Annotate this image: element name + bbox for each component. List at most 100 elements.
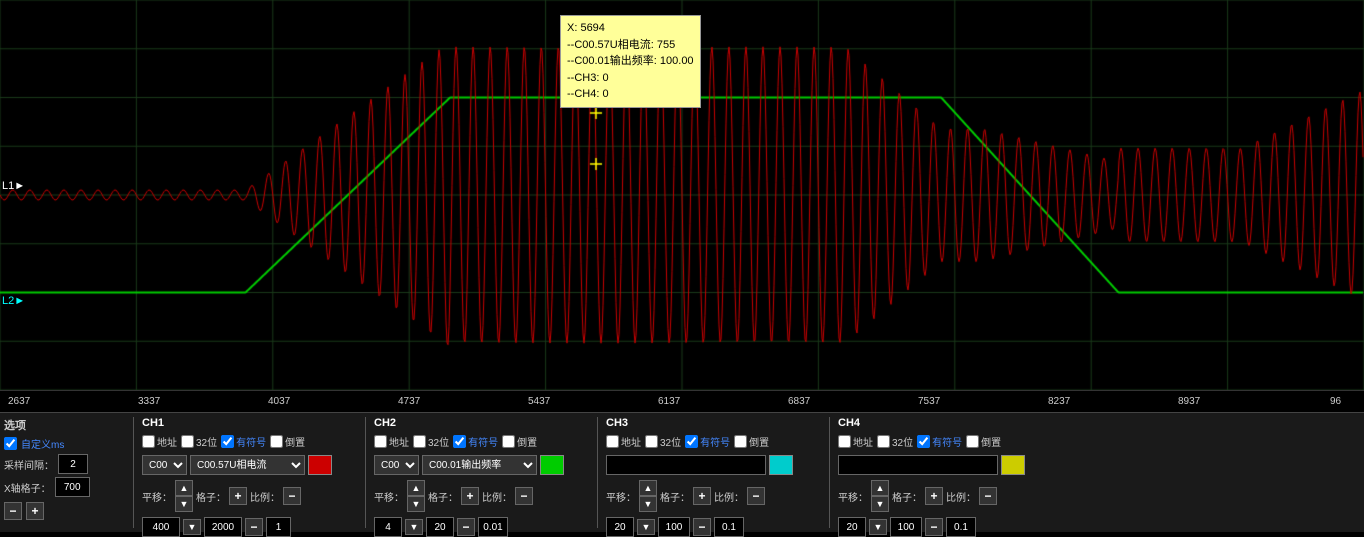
ch4-addr-checkbox[interactable]: [838, 435, 851, 448]
options-minus-btn[interactable]: −: [4, 502, 22, 520]
sample-row: 采样间隔： 2: [4, 454, 127, 474]
ch1-pingyi-input[interactable]: [142, 517, 180, 537]
ch1-invert-checkbox[interactable]: [270, 435, 283, 448]
ch2-pingyi-up[interactable]: ▲: [407, 480, 425, 496]
ch1-signal-row: C00 C00.57U相电流: [142, 455, 359, 475]
ch4-pingyi-down[interactable]: ▼: [871, 496, 889, 512]
ch2-color-box[interactable]: [540, 455, 564, 475]
ch1-section: CH1 地址 32位 有符号 倒置 C00 C00.57U相电流 平移： ▲ ▼…: [136, 417, 366, 528]
ch2-pingyi-ud: ▲ ▼: [407, 480, 425, 512]
ch1-signal-select[interactable]: C00.57U相电流: [190, 455, 305, 475]
ch3-color-box[interactable]: [769, 455, 793, 475]
ch2-invert-checkbox[interactable]: [502, 435, 515, 448]
ch3-pingyi-down[interactable]: ▼: [639, 496, 657, 512]
ch2-signal-select[interactable]: C00.01输出频率: [422, 455, 537, 475]
ch2-gezi-plus[interactable]: +: [461, 487, 479, 505]
ch1-pingyi-up[interactable]: ▲: [175, 480, 193, 496]
ch3-pingyi-ud: ▲ ▼: [639, 480, 657, 512]
ch3-pingyi-down2[interactable]: ▼: [637, 519, 655, 535]
ch3-pingyi-up[interactable]: ▲: [639, 480, 657, 496]
x-label-3: 4737: [398, 396, 420, 407]
ch2-section: CH2 地址 32位 有符号 倒置 C00 C00.01输出频率 平移： ▲ ▼…: [368, 417, 598, 528]
ch3-signed-checkbox[interactable]: [685, 435, 698, 448]
ch4-invert-checkbox[interactable]: [966, 435, 979, 448]
ch1-bili-label: 比例：: [250, 489, 280, 504]
xaxis-label: X轴格子：: [4, 480, 51, 495]
custom-ms-checkbox[interactable]: [4, 437, 17, 450]
ch4-pingyi-down2[interactable]: ▼: [869, 519, 887, 535]
ch3-addr-label: 地址: [606, 434, 641, 449]
ch1-gezi-minus[interactable]: −: [245, 518, 263, 536]
ch2-pingyi-down2[interactable]: ▼: [405, 519, 423, 535]
ch3-adjust-row: 平移： ▲ ▼ 格子： + 比例： −: [606, 480, 823, 512]
ch1-addr-checkbox[interactable]: [142, 435, 155, 448]
ch3-bit32-checkbox[interactable]: [645, 435, 658, 448]
ch4-signal-row: [838, 455, 1056, 475]
ch3-bili-minus[interactable]: −: [747, 487, 765, 505]
ch3-bili-input[interactable]: [714, 517, 744, 537]
ch2-bili-minus[interactable]: −: [515, 487, 533, 505]
ch4-values-row: ▼ −: [838, 517, 1056, 537]
ch1-gezi-input[interactable]: [204, 517, 242, 537]
ch2-bit32-checkbox[interactable]: [413, 435, 426, 448]
ch1-title: CH1: [142, 417, 359, 429]
chart-tooltip: X: 5694 --C00.57U相电流: 755 --C00.01输出频率: …: [560, 15, 701, 108]
chart-area: X: 5694 --C00.57U相电流: 755 --C00.01输出频率: …: [0, 0, 1364, 390]
ch3-gezi-minus[interactable]: −: [693, 518, 711, 536]
ch3-addr-checkbox[interactable]: [606, 435, 619, 448]
ch3-invert-label: 倒置: [734, 434, 769, 449]
ch1-signed-checkbox[interactable]: [221, 435, 234, 448]
ch1-pingyi-ud: ▲ ▼: [175, 480, 193, 512]
options-pm: − +: [4, 502, 127, 520]
ch2-signed-checkbox[interactable]: [453, 435, 466, 448]
x-label-5: 6137: [658, 396, 680, 407]
ch1-bit32-checkbox[interactable]: [181, 435, 194, 448]
ch1-bili-minus[interactable]: −: [283, 487, 301, 505]
ch1-color-box[interactable]: [308, 455, 332, 475]
ch3-gezi-plus[interactable]: +: [693, 487, 711, 505]
x-label-4: 5437: [528, 396, 550, 407]
ch4-bili-minus[interactable]: −: [979, 487, 997, 505]
ch3-values-row: ▼ −: [606, 517, 823, 537]
ch1-gezi-plus[interactable]: +: [229, 487, 247, 505]
ch2-pingyi-input[interactable]: [374, 517, 402, 537]
ch2-gezi-input[interactable]: [426, 517, 454, 537]
ch4-signal-input[interactable]: [838, 455, 998, 475]
options-plus-btn[interactable]: +: [26, 502, 44, 520]
xaxis-input[interactable]: [55, 477, 90, 497]
ch3-signal-row: [606, 455, 823, 475]
ch3-bili-label: 比例：: [714, 489, 744, 504]
ch4-title: CH4: [838, 417, 1056, 429]
ch4-pingyi-label: 平移：: [838, 489, 868, 504]
l1-label: L1►: [2, 180, 25, 192]
ch2-device-select[interactable]: C00: [374, 455, 419, 475]
ch3-checkboxes: 地址 32位 有符号 倒置: [606, 434, 823, 449]
sample-input[interactable]: 2: [58, 454, 88, 474]
ch1-device-select[interactable]: C00: [142, 455, 187, 475]
ch3-signal-input[interactable]: [606, 455, 766, 475]
ch4-pingyi-up[interactable]: ▲: [871, 480, 889, 496]
ch1-pingyi-down2[interactable]: ▼: [183, 519, 201, 535]
ch3-gezi-input[interactable]: [658, 517, 690, 537]
ch2-bili-input[interactable]: [478, 517, 508, 537]
ch2-pingyi-down[interactable]: ▼: [407, 496, 425, 512]
ch1-bili-input[interactable]: [266, 517, 291, 537]
ch4-gezi-input[interactable]: [890, 517, 922, 537]
ch1-gezi-label: 格子：: [196, 489, 226, 504]
x-label-6: 6837: [788, 396, 810, 407]
ch4-gezi-plus[interactable]: +: [925, 487, 943, 505]
ch3-pingyi-input[interactable]: [606, 517, 634, 537]
ch4-pingyi-input[interactable]: [838, 517, 866, 537]
ch4-bit32-checkbox[interactable]: [877, 435, 890, 448]
ch4-gezi-minus[interactable]: −: [925, 518, 943, 536]
ch3-invert-checkbox[interactable]: [734, 435, 747, 448]
ch1-pingyi-down[interactable]: ▼: [175, 496, 193, 512]
ch3-bit32-label: 32位: [645, 434, 681, 449]
ch2-gezi-minus[interactable]: −: [457, 518, 475, 536]
ch4-bili-input[interactable]: [946, 517, 976, 537]
ch2-bit32-label: 32位: [413, 434, 449, 449]
ch4-color-box[interactable]: [1001, 455, 1025, 475]
ch2-addr-checkbox[interactable]: [374, 435, 387, 448]
ch4-bili-label: 比例：: [946, 489, 976, 504]
ch4-signed-checkbox[interactable]: [917, 435, 930, 448]
